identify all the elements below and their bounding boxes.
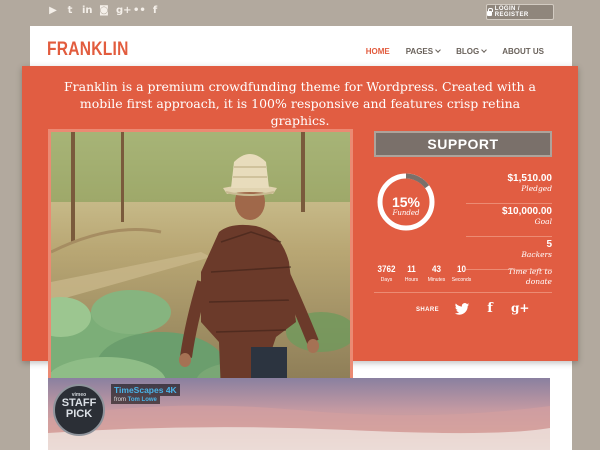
facebook-icon[interactable]: f [150, 5, 160, 17]
nav-item-blog-label: BLOG [456, 47, 480, 56]
support-button[interactable]: SUPPORT [374, 131, 552, 157]
nav-item-pages-label: PAGES [405, 47, 434, 56]
youtube-icon[interactable]: ▶ [48, 5, 58, 17]
top-bar: ▶ t in ◙ g+ •• f LOGIN / REGISTER [0, 0, 600, 24]
countdown-timer: 3762 Days 11 Hours 43 Minutes 10 Seconds [374, 264, 474, 283]
timer-seconds-label: Seconds [451, 277, 472, 283]
site-logo[interactable]: FRANKLIN [47, 39, 129, 61]
login-register-button[interactable]: LOGIN / REGISTER [486, 4, 554, 20]
flickr-icon[interactable]: •• [133, 5, 146, 17]
pledged-value: $1,510.00 [507, 173, 553, 184]
nav-item-pages[interactable]: PAGES [405, 47, 441, 56]
backers-label: Backers [521, 250, 552, 259]
backers-value: 5 [546, 239, 552, 250]
time-left-label: Time left to donate [508, 267, 552, 286]
social-links: ▶ t in ◙ g+ •• f [48, 5, 160, 17]
timer-seconds-value: 10 [456, 264, 466, 275]
timer-days-value: 3762 [377, 264, 396, 275]
chevron-down-icon [435, 47, 441, 53]
timer-days: 3762 Days [374, 264, 399, 283]
funded-label: Funded [392, 209, 420, 217]
video-title[interactable]: TimeScapes 4K [111, 384, 180, 396]
video-embed[interactable]: vimeo STAFF PICK TimeScapes 4K from Tom … [48, 378, 550, 450]
lock-icon [487, 7, 493, 16]
video-author: from Tom Lowe [111, 396, 160, 404]
nav-item-blog[interactable]: BLOG [456, 47, 488, 56]
share-label: SHARE [416, 307, 440, 313]
campaign-hero: Franklin is a premium crowdfunding theme… [22, 66, 578, 396]
timer-seconds: 10 Seconds [449, 264, 474, 283]
google-plus-icon[interactable]: g+ [116, 5, 132, 17]
timer-hours-label: Hours [404, 277, 419, 283]
timer-minutes-label: Minutes [427, 277, 446, 283]
hero-tagline: Franklin is a premium crowdfunding theme… [63, 79, 537, 128]
goal-stat: $10,000.00 Goal [466, 204, 552, 237]
vimeo-staff-pick-badge: vimeo STAFF PICK [53, 384, 105, 436]
google-plus-share-icon[interactable]: g+ [511, 301, 529, 315]
timer-days-label: Days [380, 277, 393, 283]
timer-divider [374, 292, 552, 293]
timer-minutes: 43 Minutes [424, 264, 449, 283]
instagram-icon[interactable]: ◙ [99, 5, 109, 17]
video-from-label: from [114, 397, 126, 403]
goal-label: Goal [534, 217, 552, 226]
badge-line-2: PICK [65, 408, 93, 420]
facebook-share-icon[interactable]: f [482, 301, 498, 316]
video-author-name[interactable]: Tom Lowe [128, 397, 157, 403]
funded-percent: 15% [391, 194, 421, 210]
nav-item-about[interactable]: ABOUT US [502, 47, 544, 56]
timer-hours: 11 Hours [399, 264, 424, 283]
twitter-share-icon[interactable] [454, 303, 470, 315]
campaign-image [48, 129, 353, 396]
chevron-down-icon [481, 47, 488, 53]
farmer-photo [51, 132, 350, 393]
nav-item-home[interactable]: HOME [366, 47, 390, 56]
login-register-label: LOGIN / REGISTER [494, 6, 529, 18]
pledged-label: Pledged [521, 184, 552, 193]
goal-value: $10,000.00 [501, 206, 552, 217]
main-nav: HOME PAGES BLOG ABOUT US [366, 47, 544, 56]
timer-minutes-value: 43 [431, 264, 441, 275]
twitter-icon[interactable]: t [65, 5, 75, 17]
campaign-stats: $1,510.00 Pledged $10,000.00 Goal 5 Back… [466, 171, 552, 270]
backers-stat: 5 Backers [466, 237, 552, 270]
timer-hours-value: 11 [407, 264, 416, 275]
pledged-stat: $1,510.00 Pledged [466, 171, 552, 204]
linkedin-icon[interactable]: in [82, 5, 93, 17]
